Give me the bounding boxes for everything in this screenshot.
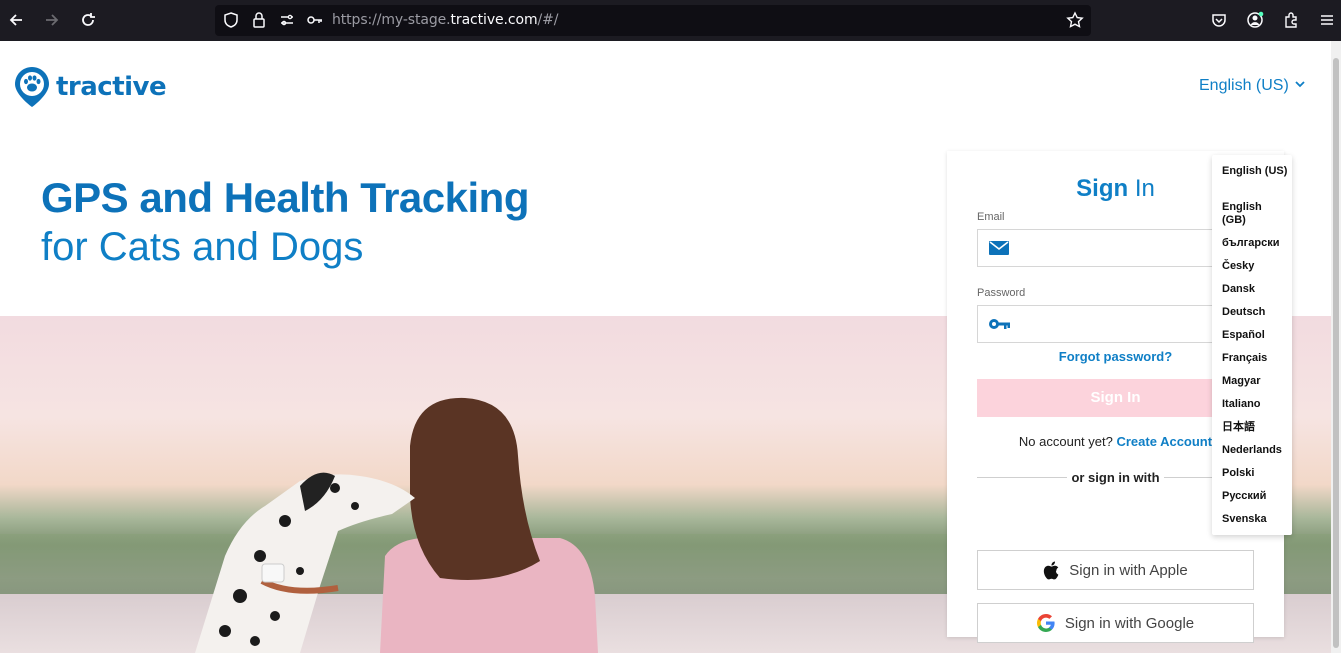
account-icon[interactable]: [1246, 11, 1264, 29]
shield-icon[interactable]: [222, 11, 240, 29]
language-dropdown: English (US) English (GB) български Česk…: [1212, 155, 1292, 535]
apple-signin-label: Sign in with Apple: [1069, 561, 1188, 579]
paw-pin-icon: [15, 67, 49, 107]
lock-icon[interactable]: [250, 11, 268, 29]
language-option[interactable]: Español: [1222, 329, 1288, 342]
hero-subheadline: for Cats and Dogs: [41, 225, 364, 269]
language-option[interactable]: Česky: [1222, 260, 1288, 273]
google-signin-button[interactable]: Sign in with Google: [977, 603, 1254, 643]
bookmark-star-icon[interactable]: [1066, 11, 1084, 29]
language-option[interactable]: Polski: [1222, 467, 1288, 480]
page-content: tractive English (US) GPS and Health Tra…: [0, 41, 1331, 653]
language-selector-label: English (US): [1199, 77, 1289, 94]
scrollbar-thumb[interactable]: [1333, 58, 1339, 648]
reload-icon[interactable]: [78, 10, 98, 30]
logo-text: tractive: [56, 72, 167, 102]
create-account-link[interactable]: Create Account: [1116, 434, 1212, 449]
hero-headline: GPS and Health Tracking: [41, 174, 529, 221]
woman-and-dog-illustration: [195, 397, 598, 653]
language-option[interactable]: Magyar: [1222, 375, 1288, 388]
extensions-icon[interactable]: [1282, 11, 1300, 29]
key-icon[interactable]: [306, 11, 324, 29]
language-option[interactable]: Русский: [1222, 490, 1288, 503]
language-option[interactable]: Deutsch: [1222, 306, 1288, 319]
chevron-down-icon: [1295, 81, 1305, 88]
password-label: Password: [977, 287, 1026, 299]
browser-toolbar: https://my-stage.tractive.com/#/: [0, 0, 1341, 41]
google-signin-label: Sign in with Google: [1064, 614, 1195, 632]
language-option[interactable]: English (GB): [1222, 201, 1288, 227]
key-icon: [989, 319, 1010, 329]
apple-icon: [1044, 561, 1059, 579]
tractive-logo[interactable]: tractive: [14, 66, 167, 108]
language-option[interactable]: Nederlands: [1222, 444, 1288, 457]
forward-arrow-icon[interactable]: [42, 10, 62, 30]
language-option[interactable]: Français: [1222, 352, 1288, 365]
language-option[interactable]: English (US): [1222, 165, 1288, 178]
back-arrow-icon[interactable]: [6, 10, 26, 30]
menu-icon[interactable]: [1318, 11, 1336, 29]
apple-signin-button[interactable]: Sign in with Apple: [977, 550, 1254, 590]
language-selector[interactable]: English (US): [1199, 77, 1305, 95]
url-text[interactable]: https://my-stage.tractive.com/#/: [332, 12, 558, 28]
language-option[interactable]: Italiano: [1222, 398, 1288, 411]
permissions-icon[interactable]: [278, 11, 296, 29]
email-label: Email: [977, 211, 1005, 223]
language-option[interactable]: български: [1222, 237, 1288, 250]
pocket-icon[interactable]: [1210, 11, 1228, 29]
language-option[interactable]: Dansk: [1222, 283, 1288, 296]
language-option[interactable]: Svenska: [1222, 513, 1288, 526]
google-icon: [1036, 614, 1055, 632]
envelope-icon: [989, 241, 1009, 255]
language-option[interactable]: 日本語: [1222, 421, 1288, 434]
